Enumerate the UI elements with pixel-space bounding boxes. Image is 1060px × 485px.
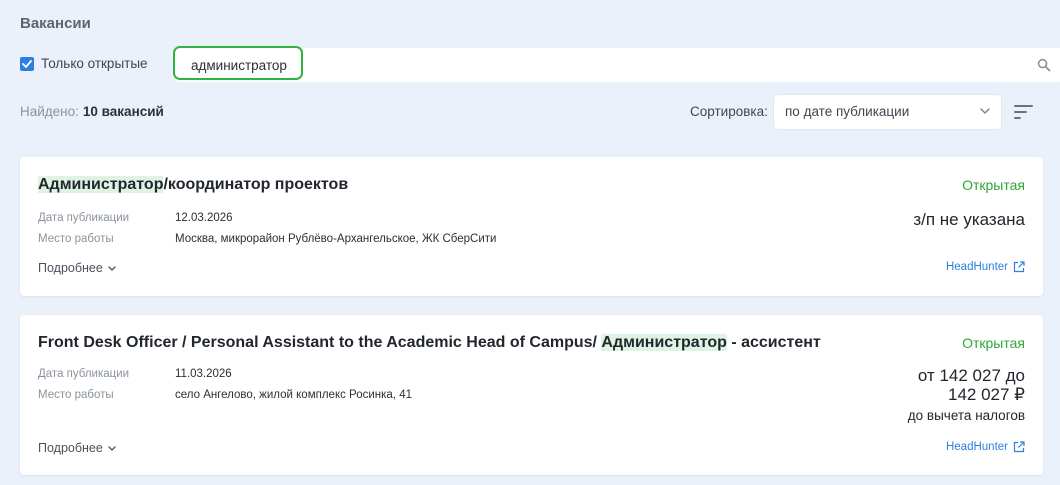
source-link[interactable]: HeadHunter [946,441,1025,453]
more-button[interactable]: Подробнее [38,261,116,275]
place-label: Место работы [38,233,114,245]
vacancy-card[interactable]: Front Desk Officer / Personal Assistant … [20,315,1043,475]
date-label: Дата публикации [38,368,130,380]
search-input[interactable] [191,48,991,82]
date-label: Дата публикации [38,212,130,224]
salary: з/п не указана [913,210,1025,229]
only-open-checkbox[interactable]: Только открытые [20,56,148,71]
checkbox-checked-icon[interactable] [20,56,34,71]
sort-order-icon[interactable] [1014,104,1034,120]
status-badge: Открытая [962,335,1025,351]
source-label[interactable]: HeadHunter [946,441,1008,453]
search-icon[interactable] [1037,58,1051,72]
salary: от 142 027 до 142 027 ₽ до вычета налого… [908,366,1025,425]
place-value: село Ангелово, жилой комплекс Росинка, 4… [175,389,412,401]
sort-select[interactable]: по дате публикации [774,95,1001,129]
salary-range: от 142 027 до [917,366,1025,385]
found-label: Найдено: [20,104,79,119]
more-button[interactable]: Подробнее [38,441,116,455]
external-link-icon [1013,261,1025,273]
place-label: Место работы [38,389,114,401]
sort-value[interactable]: по дате публикации [785,104,909,119]
source-label[interactable]: HeadHunter [946,261,1008,273]
source-link[interactable]: HeadHunter [946,261,1025,273]
status-badge: Открытая [962,177,1025,193]
chevron-down-icon [108,266,116,271]
page-title: Вакансии [20,15,91,32]
only-open-label[interactable]: Только открытые [41,56,148,71]
more-label[interactable]: Подробнее [38,261,103,275]
external-link-icon [1013,441,1025,453]
more-label[interactable]: Подробнее [38,441,103,455]
chevron-down-icon [108,446,116,451]
date-value: 12.03.2026 [175,212,233,224]
title-highlight: Администратор [38,176,164,193]
vacancy-card[interactable]: Администратор/координатор проектов Откры… [20,157,1043,296]
title-highlight: Администратор [601,334,727,351]
search-box[interactable] [173,46,1060,82]
title-text: /координатор проектов [163,176,349,193]
salary-note: до вычета налогов [907,408,1025,423]
date-value: 11.03.2026 [175,368,232,380]
vacancy-title[interactable]: Администратор/координатор проектов [38,176,348,194]
filter-row: Только открытые [20,46,1060,82]
vacancy-title[interactable]: Front Desk Officer / Personal Assistant … [38,334,821,352]
results-count: Найдено: 10 вакансий [20,104,164,119]
place-value: Москва, микрорайон Рублёво-Архангельское… [175,233,497,245]
sort-label: Сортировка: [690,104,768,119]
title-text: Front Desk Officer / Personal Assistant … [38,334,602,351]
salary-range-end: 142 027 ₽ [948,385,1025,404]
chevron-down-icon [980,108,990,114]
title-text: - ассистент [726,334,821,351]
found-count: 10 вакансий [82,104,164,119]
